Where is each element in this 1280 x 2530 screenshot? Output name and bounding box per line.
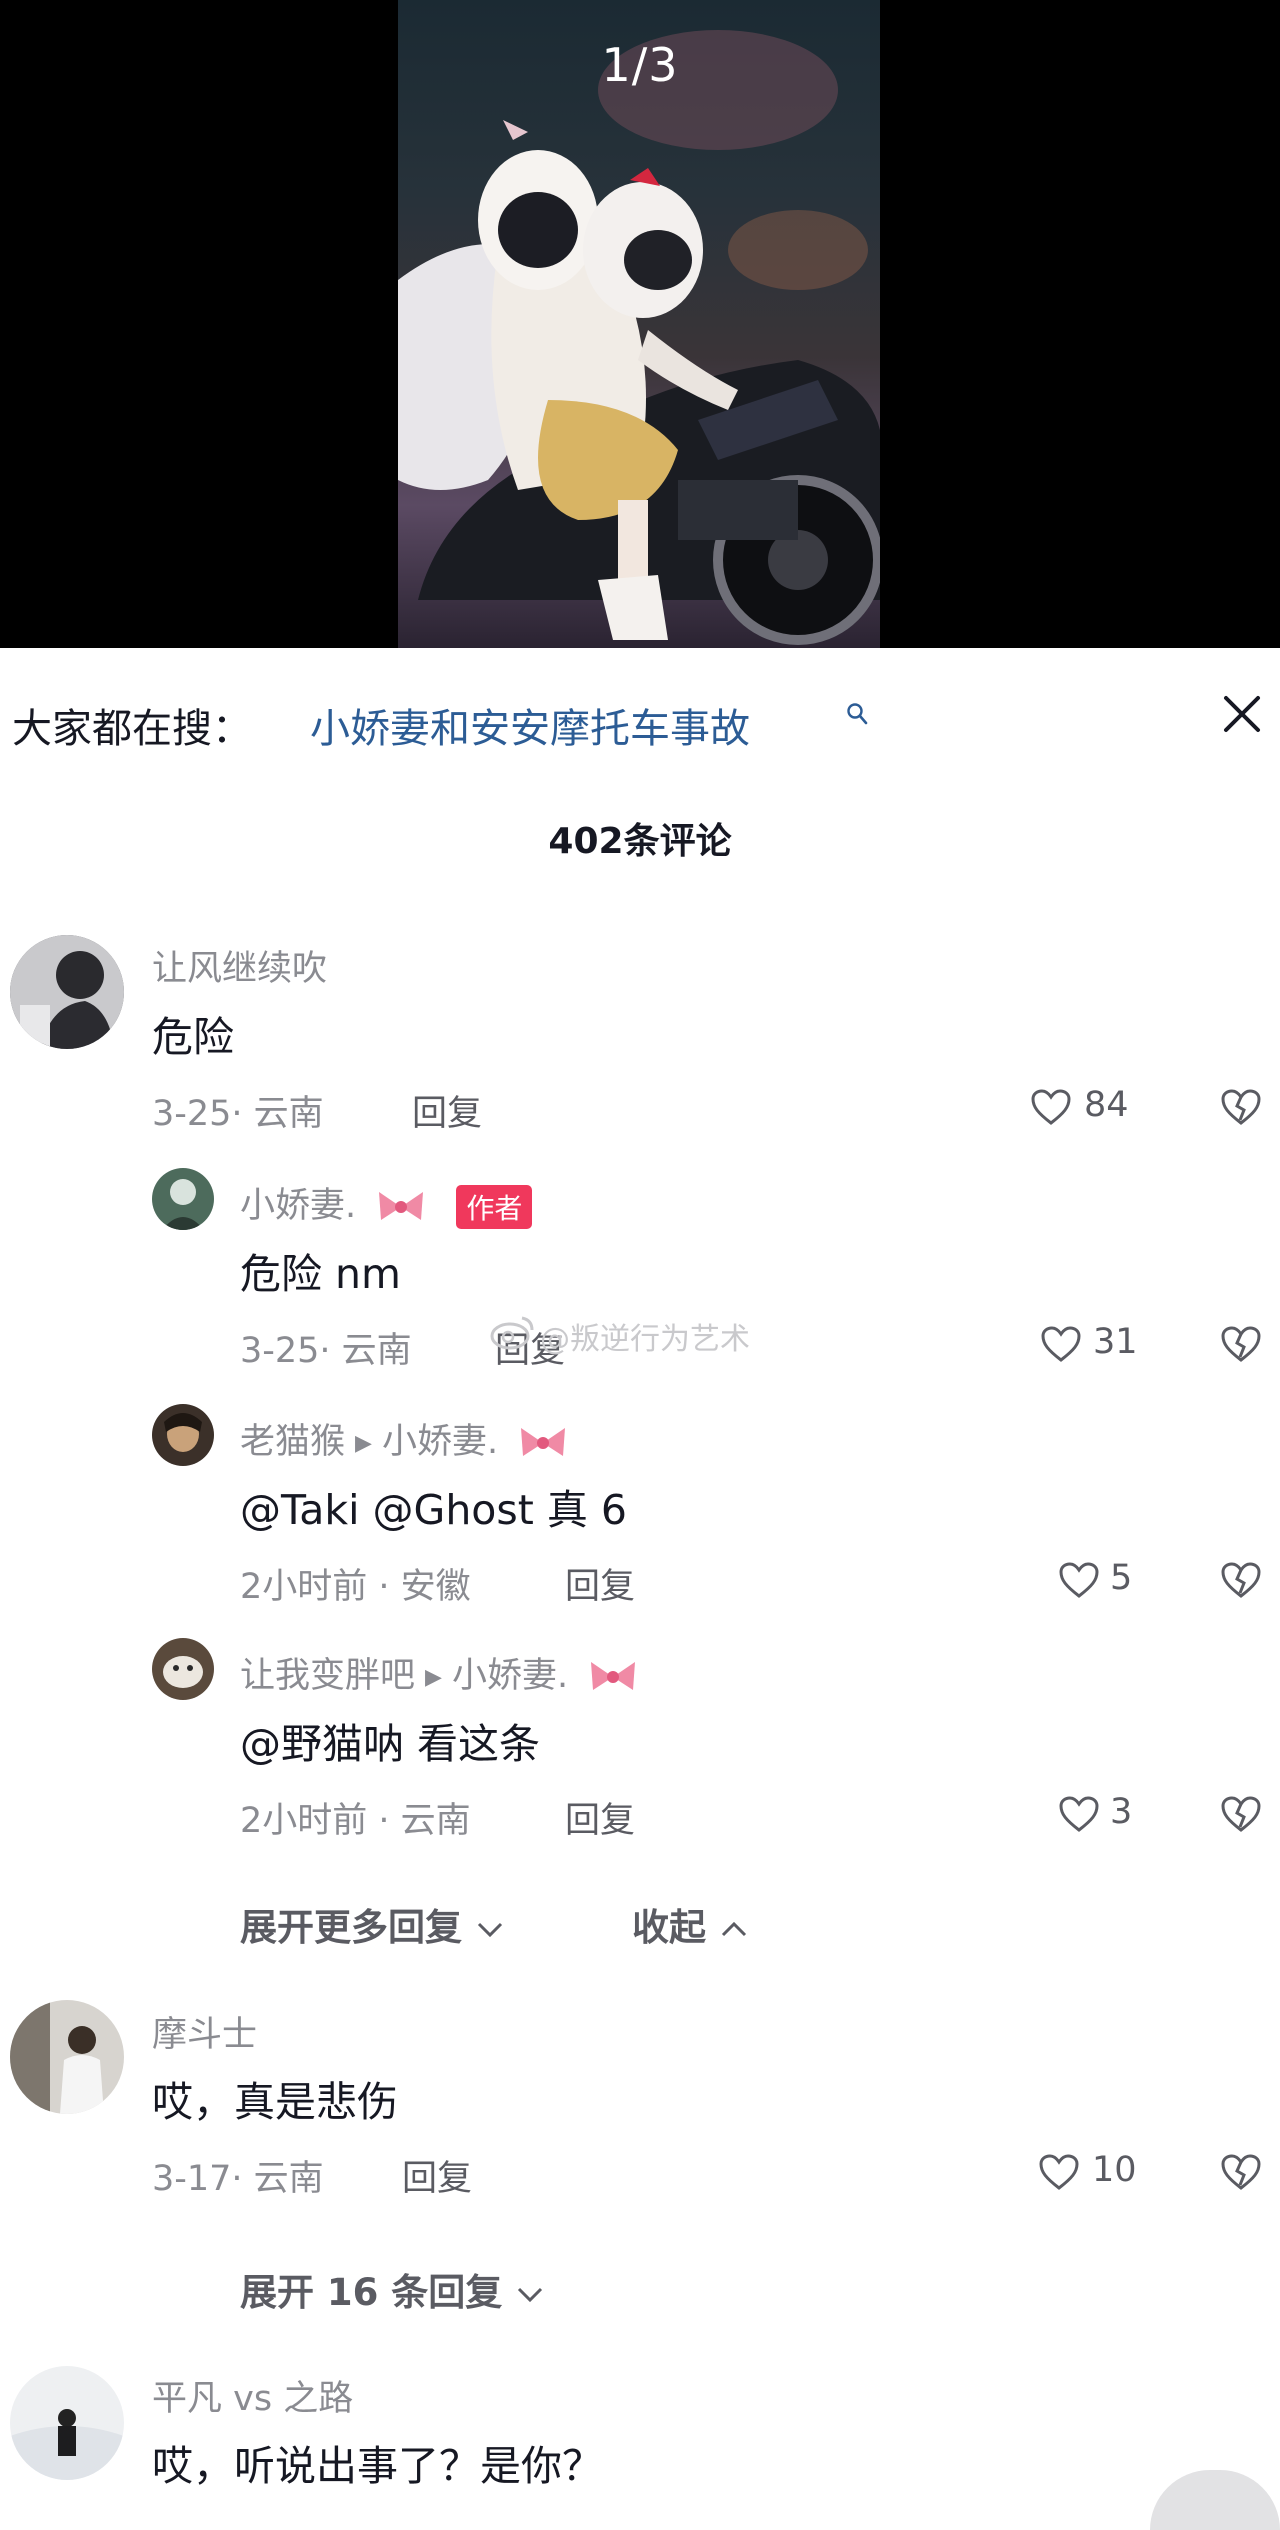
- image-counter: 1/3: [601, 38, 679, 92]
- comment-text: 危险: [152, 1013, 234, 1061]
- avatar-image: [10, 935, 124, 1049]
- heart-icon[interactable]: [1040, 1325, 1082, 1363]
- search-icon[interactable]: [846, 702, 868, 726]
- avatar-image: [152, 1168, 214, 1230]
- broken-heart-icon[interactable]: [1220, 1561, 1262, 1599]
- comment-meta: 3-25· 云南: [152, 1094, 324, 1134]
- search-suggestion-label: 大家都在搜：: [12, 706, 252, 752]
- reply-username[interactable]: 小娇妻. 作者: [240, 1177, 533, 1229]
- reply-button[interactable]: 回复: [565, 1558, 635, 1609]
- weibo-logo-icon: [490, 1316, 534, 1350]
- reply-text: 危险 nm: [240, 1250, 401, 1298]
- reply-button[interactable]: 回复: [565, 1792, 635, 1843]
- video-player[interactable]: 1/3: [0, 0, 1280, 648]
- reply-meta: 3-25· 云南: [240, 1331, 412, 1371]
- reply-meta: 2小时前 · 安徽: [240, 1567, 471, 1607]
- reply-button[interactable]: 回复: [402, 2150, 472, 2201]
- reply-to-arrow-icon: ▶: [355, 1430, 372, 1456]
- avatar-image: [152, 1404, 214, 1466]
- broken-heart-icon[interactable]: [1220, 1088, 1262, 1126]
- expand-more-label: 展开更多回复: [240, 1906, 462, 1949]
- reply-to-username[interactable]: 小娇妻.: [452, 1656, 568, 1696]
- bow-emoji-icon: [591, 1662, 636, 1690]
- comment-meta: 3-17· 云南: [152, 2159, 324, 2199]
- chevron-down-icon: [477, 1922, 502, 1937]
- comment-count: 402条评论: [548, 821, 732, 862]
- like-count: 84: [1084, 1085, 1129, 1125]
- chevron-up-icon: [721, 1921, 746, 1936]
- broken-heart-icon[interactable]: [1220, 1325, 1262, 1363]
- bow-emoji-icon: [521, 1428, 566, 1456]
- avatar[interactable]: [152, 1168, 214, 1230]
- collapse-replies-button[interactable]: 收起: [632, 1897, 749, 1951]
- avatar-image: [10, 2366, 124, 2480]
- avatar[interactable]: [152, 1638, 214, 1700]
- close-icon[interactable]: [1218, 690, 1266, 738]
- heart-icon[interactable]: [1038, 2153, 1080, 2191]
- avatar[interactable]: [10, 935, 124, 1049]
- video-frame: [398, 0, 880, 648]
- reply-to-username[interactable]: 小娇妻.: [382, 1422, 498, 1462]
- reply-to-arrow-icon: ▶: [425, 1664, 442, 1690]
- expand-replies-button[interactable]: 展开 16 条回复: [240, 2262, 545, 2316]
- chevron-down-icon: [518, 2287, 543, 2302]
- like-count: 3: [1110, 1792, 1133, 1832]
- expand-more-replies-button[interactable]: 展开更多回复: [240, 1897, 505, 1951]
- reply-username[interactable]: 让我变胖吧 ▶ 小娇妻.: [240, 1647, 639, 1698]
- reply-username-text: 让我变胖吧: [240, 1656, 416, 1696]
- avatar-image: [152, 1638, 214, 1700]
- comment-username[interactable]: 让风继续吹: [152, 940, 327, 991]
- reply-meta: 2小时前 · 云南: [240, 1801, 471, 1841]
- reply-username[interactable]: 老猫猴 ▶ 小娇妻.: [240, 1413, 569, 1464]
- reply-username-text: 小娇妻.: [240, 1186, 357, 1226]
- avatar[interactable]: [152, 1404, 214, 1466]
- expand-replies-label: 展开 16 条回复: [240, 2271, 503, 2314]
- heart-icon[interactable]: [1058, 1795, 1100, 1833]
- heart-icon[interactable]: [1058, 1561, 1100, 1599]
- collapse-label: 收起: [632, 1906, 706, 1949]
- author-badge: 作者: [456, 1185, 533, 1229]
- broken-heart-icon[interactable]: [1220, 2153, 1262, 2191]
- avatar[interactable]: [10, 2366, 124, 2480]
- bow-emoji-icon: [379, 1192, 424, 1220]
- comment-username[interactable]: 摩斗士: [152, 2006, 257, 2057]
- reply-text: @Taki @Ghost 真 6: [240, 1486, 627, 1534]
- like-count: 31: [1093, 1322, 1138, 1362]
- broken-heart-icon[interactable]: [1220, 1795, 1262, 1833]
- reply-text: @野猫呐 看这条: [240, 1720, 541, 1768]
- reply-username-text: 老猫猴: [240, 1422, 346, 1462]
- like-count: 10: [1092, 2150, 1137, 2190]
- comment-text: 哎，真是悲伤: [152, 2078, 398, 2126]
- avatar-image: [10, 2000, 124, 2114]
- floating-action-button[interactable]: [1150, 2470, 1280, 2530]
- heart-icon[interactable]: [1030, 1088, 1072, 1126]
- reply-button[interactable]: 回复: [412, 1085, 482, 1136]
- motorcycle-riders-image: [398, 30, 880, 645]
- watermark: @叛逆行为艺术: [540, 1322, 750, 1357]
- avatar[interactable]: [10, 2000, 124, 2114]
- comment-text: 哎，听说出事了？是你？: [152, 2442, 603, 2490]
- search-suggestion-link[interactable]: 小娇妻和安安摩托车事故: [310, 696, 750, 754]
- like-count: 5: [1110, 1558, 1133, 1598]
- comment-username[interactable]: 平凡 vs 之路: [152, 2370, 353, 2421]
